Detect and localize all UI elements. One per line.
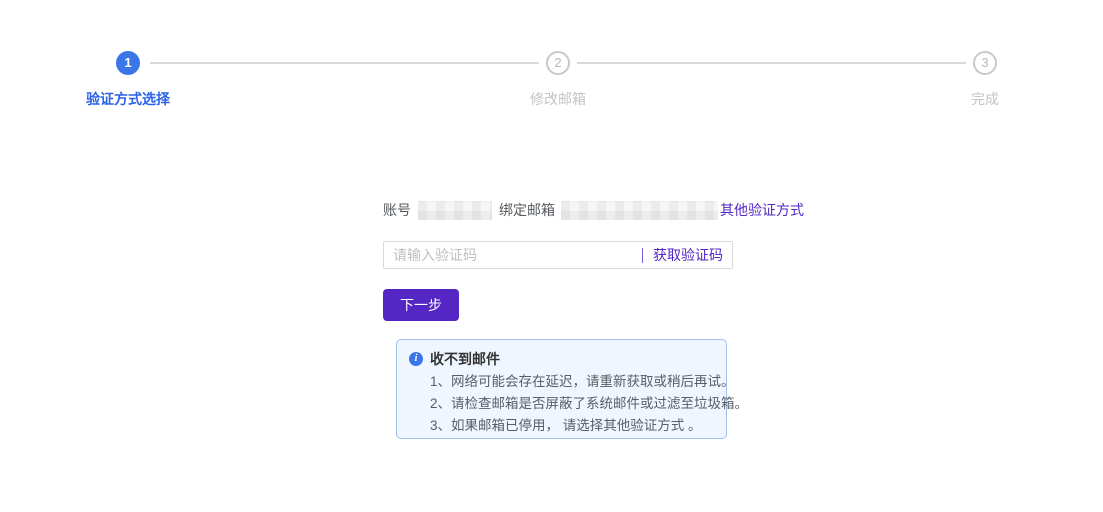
notice-item-3: 3、如果邮箱已停用， 请选择其他验证方式 。: [430, 418, 702, 433]
verification-code-field: 获取验证码: [383, 241, 733, 269]
get-code-button[interactable]: 获取验证码: [653, 245, 723, 265]
step-2-circle: 2: [546, 51, 570, 75]
no-email-notice: i 收不到邮件 1、网络可能会存在延迟，请重新获取或稍后再试。 2、请检查邮箱是…: [396, 339, 749, 439]
account-value-redacted: [418, 200, 492, 220]
bind-email-label: 绑定邮箱: [499, 202, 555, 218]
next-step-button[interactable]: 下一步: [383, 289, 459, 321]
account-info-row: 账号 绑定邮箱 其他验证方式: [383, 199, 804, 221]
step-3-circle: 3: [973, 51, 997, 75]
step-1-circle: 1: [116, 51, 140, 75]
other-verification-link[interactable]: 其他验证方式: [720, 200, 804, 220]
notice-item-1: 1、网络可能会存在延迟，请重新获取或稍后再试。: [430, 374, 735, 389]
email-value-redacted: [561, 200, 718, 220]
step-3-label: 完成: [971, 91, 999, 107]
step-2-label: 修改邮箱: [530, 91, 586, 107]
stepper-connector-1: [150, 62, 539, 64]
notice-title: 收不到邮件: [430, 350, 500, 367]
notice-list: 1、网络可能会存在延迟，请重新获取或稍后再试。 2、请检查邮箱是否屏蔽了系统邮件…: [430, 371, 749, 437]
info-circle-icon: i: [409, 351, 423, 366]
step-1-label: 验证方式选择: [86, 91, 170, 107]
notice-header: i 收不到邮件: [409, 349, 714, 368]
stepper-connector-2: [577, 62, 966, 64]
input-divider: [642, 247, 643, 263]
notice-item-2: 2、请检查邮箱是否屏蔽了系统邮件或过滤至垃圾箱。: [430, 396, 749, 411]
verification-code-input[interactable]: [393, 247, 638, 263]
account-label: 账号: [383, 202, 411, 218]
